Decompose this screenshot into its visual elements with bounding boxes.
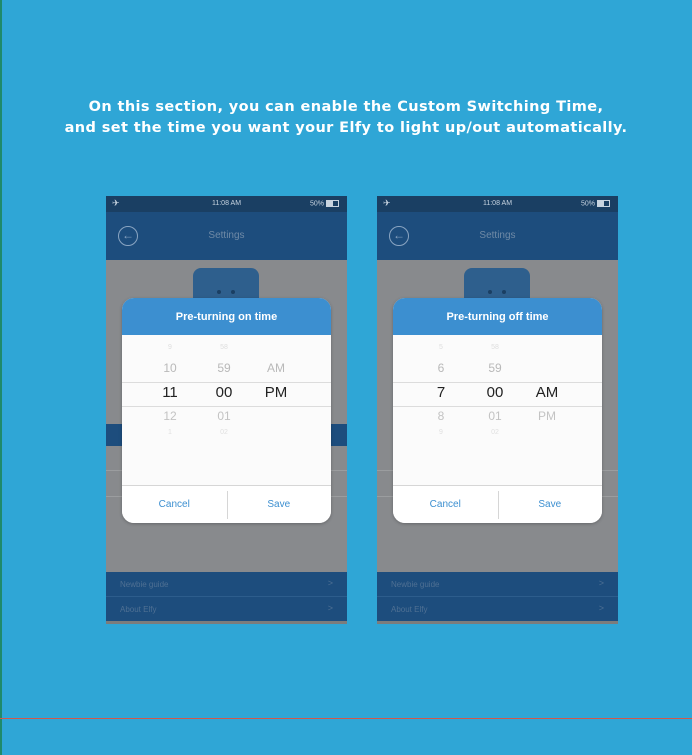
list-item-label: Newbie guide <box>120 580 169 589</box>
list-item-label: About Elfy <box>391 605 428 614</box>
minute-option[interactable]: 58 <box>475 344 515 351</box>
minute-option[interactable]: 01 <box>475 409 515 423</box>
list-item-label: About Elfy <box>120 605 157 614</box>
save-button[interactable]: Save <box>227 486 332 523</box>
time-picker-dialog: Pre-turning off time 5 6 7 8 9 58 59 00 … <box>393 298 602 523</box>
chevron-right-icon: > <box>598 578 604 588</box>
status-bar: ✈ 11:08 AM 50% <box>106 196 347 212</box>
chevron-right-icon: > <box>327 578 333 588</box>
minute-selected[interactable]: 00 <box>475 384 515 401</box>
dialog-actions: Cancel Save <box>122 485 331 523</box>
list-item-label: Newbie guide <box>391 580 440 589</box>
hour-option[interactable]: 8 <box>421 409 461 423</box>
dialog-title: Pre-turning on time <box>122 298 331 335</box>
time-picker-wheel[interactable]: 9 10 11 12 1 58 59 00 01 02 AM PM <box>122 335 331 485</box>
hour-option[interactable]: 10 <box>150 361 190 375</box>
hour-column[interactable]: 5 6 7 8 9 <box>421 335 461 485</box>
instruction-caption: On this section, you can enable the Cust… <box>0 97 692 139</box>
minute-option[interactable]: 02 <box>204 429 244 436</box>
status-bar: ✈ 11:08 AM 50% <box>377 196 618 212</box>
battery-indicator: 50% <box>310 200 339 207</box>
chevron-right-icon: > <box>327 603 333 613</box>
cancel-button[interactable]: Cancel <box>393 486 498 523</box>
time-picker-dialog: Pre-turning on time 9 10 11 12 1 58 59 0… <box>122 298 331 523</box>
save-button[interactable]: Save <box>498 486 603 523</box>
bottom-rule <box>0 718 692 719</box>
minute-selected[interactable]: 00 <box>204 384 244 401</box>
nav-bar: ← Settings <box>106 212 347 260</box>
hour-column[interactable]: 9 10 11 12 1 <box>150 335 190 485</box>
battery-icon <box>597 200 610 207</box>
hour-option[interactable]: 9 <box>150 344 190 351</box>
battery-icon <box>326 200 339 207</box>
minute-column[interactable]: 58 59 00 01 02 <box>475 335 515 485</box>
period-option[interactable]: PM <box>527 409 567 423</box>
minute-option[interactable]: 01 <box>204 409 244 423</box>
period-column[interactable]: AM PM <box>527 335 567 485</box>
caption-line-2: and set the time you want your Elfy to l… <box>64 120 628 136</box>
time-picker-wheel[interactable]: 5 6 7 8 9 58 59 00 01 02 AM PM <box>393 335 602 485</box>
battery-percent: 50% <box>309 200 324 208</box>
list-item-about-elfy[interactable]: About Elfy > <box>377 597 618 621</box>
phone-screenshot-on-time: ✈ 11:08 AM 50% ← Settings Newbie guide >… <box>106 196 347 624</box>
hour-option[interactable]: 5 <box>421 344 461 351</box>
hour-option[interactable]: 12 <box>150 409 190 423</box>
phone-screenshot-off-time: ✈ 11:08 AM 50% ← Settings Newbie guide >… <box>377 196 618 624</box>
minute-option[interactable]: 02 <box>475 429 515 436</box>
minute-option[interactable]: 58 <box>204 344 244 351</box>
nav-bar: ← Settings <box>377 212 618 260</box>
dialog-title: Pre-turning off time <box>393 298 602 335</box>
chevron-right-icon: > <box>598 603 604 613</box>
caption-line-1: On this section, you can enable the Cust… <box>88 99 604 115</box>
battery-percent: 50% <box>580 200 595 208</box>
period-selected[interactable]: PM <box>256 384 296 401</box>
dialog-actions: Cancel Save <box>393 485 602 523</box>
nav-title: Settings <box>479 230 516 241</box>
minute-option[interactable]: 59 <box>204 361 244 375</box>
device-eye-icon <box>231 290 235 294</box>
period-option[interactable]: AM <box>256 361 296 375</box>
hour-selected[interactable]: 7 <box>421 384 461 401</box>
list-item-newbie-guide[interactable]: Newbie guide > <box>377 572 618 596</box>
device-eye-icon <box>217 290 221 294</box>
battery-indicator: 50% <box>581 200 610 207</box>
cancel-button[interactable]: Cancel <box>122 486 227 523</box>
hour-option[interactable]: 9 <box>421 429 461 436</box>
list-item-about-elfy[interactable]: About Elfy > <box>106 597 347 621</box>
device-eye-icon <box>502 290 506 294</box>
minute-option[interactable]: 59 <box>475 361 515 375</box>
period-selected[interactable]: AM <box>527 384 567 401</box>
nav-title: Settings <box>208 230 245 241</box>
list-item-newbie-guide[interactable]: Newbie guide > <box>106 572 347 596</box>
period-column[interactable]: AM PM <box>256 335 296 485</box>
hour-selected[interactable]: 11 <box>150 384 190 401</box>
minute-column[interactable]: 58 59 00 01 02 <box>204 335 244 485</box>
hour-option[interactable]: 1 <box>150 429 190 436</box>
hour-option[interactable]: 6 <box>421 361 461 375</box>
device-eye-icon <box>488 290 492 294</box>
